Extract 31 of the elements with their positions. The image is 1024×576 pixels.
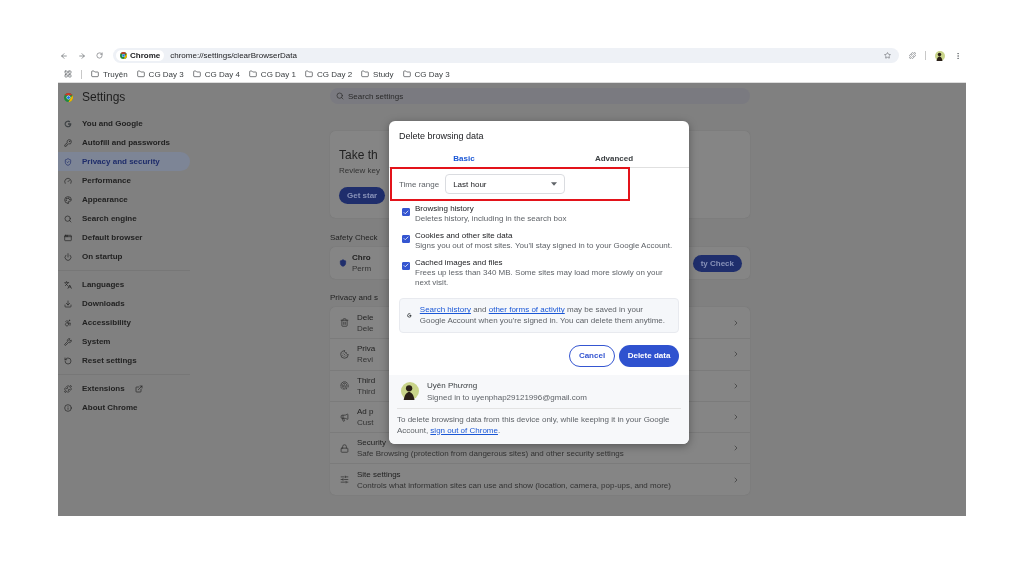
option-description: Frees up less than 340 MB. Some sites may load more slowly on your next visit. xyxy=(415,267,664,290)
option-description: Deletes history, including in the search box xyxy=(415,214,567,225)
url-text: chrome://settings/clearBrowserData xyxy=(170,51,298,60)
option-title: Browsing history xyxy=(415,204,474,213)
field-label: Time range xyxy=(399,179,440,189)
card-title: Chro xyxy=(352,253,371,262)
option-description: Signs you out of most sites. You'll stay signed in to your Google Account. xyxy=(415,240,673,252)
row-text: Dele xyxy=(357,323,374,333)
settings-title: Settings xyxy=(82,90,126,104)
option-title: Cookies and other site data xyxy=(415,230,513,240)
info-text: Search history and other forms of activity may be saved in your Google Account when you're signed in. You can delete them anytime. xyxy=(419,304,667,327)
account-name: Uyên Phương xyxy=(427,380,478,390)
row-text: Revi xyxy=(357,355,373,365)
card-text: Review key xyxy=(339,166,380,175)
card-title: Take th xyxy=(339,148,378,162)
dialog-title: Delete browsing data xyxy=(398,130,485,141)
row-text: Third xyxy=(357,386,376,396)
option-title: Cached images and files xyxy=(415,257,503,267)
account-email: Signed in to uyenphap29121996@gmail.com xyxy=(427,392,587,402)
row-text: Controls what information sites can use and show (location, camera, pop-ups, and more) xyxy=(357,480,671,490)
card-text: Perm xyxy=(352,264,372,273)
section-heading: Privacy and s xyxy=(330,293,379,302)
row-text: Cust xyxy=(357,418,374,428)
row-title: Site settings xyxy=(357,469,401,479)
row-title: Ad p xyxy=(357,407,374,417)
row-title: Third xyxy=(357,375,376,385)
section-heading: Safety Check xyxy=(330,233,378,242)
row-text: Safe Browsing (protection from dangerous sites) and other security settings xyxy=(357,449,624,459)
row-title: Dele xyxy=(357,312,374,322)
row-title: Priva xyxy=(357,344,376,354)
row-title: Security xyxy=(357,438,386,448)
